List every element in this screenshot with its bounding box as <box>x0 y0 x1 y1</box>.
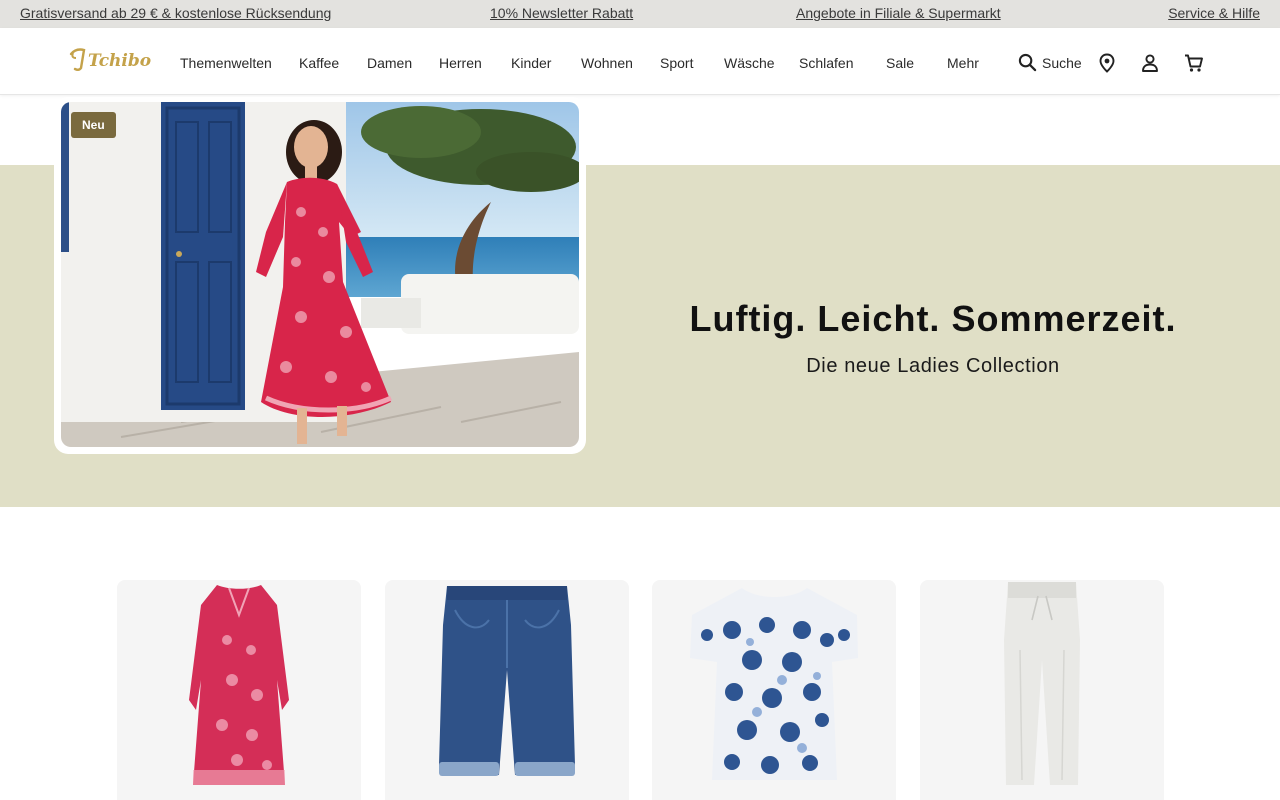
cart-button[interactable] <box>1183 52 1205 74</box>
search-button[interactable]: Suche <box>1018 53 1082 72</box>
product-tile-denim-shorts[interactable] <box>385 580 629 800</box>
hero-photo-woman-red-dress <box>61 102 579 447</box>
hero-title: Luftig. Leicht. Sommerzeit. <box>689 298 1177 339</box>
store-offers-link[interactable]: Angebote in Filiale & Supermarkt <box>796 5 1001 21</box>
service-help-link[interactable]: Service & Hilfe <box>1168 5 1260 21</box>
shipping-link[interactable]: Gratisversand ab 29 € & kostenlose Rücks… <box>20 5 331 21</box>
nav-schlafen[interactable]: Schlafen <box>799 55 853 71</box>
tchibo-logo-icon: Tchibo <box>69 48 151 71</box>
nav-sale[interactable]: Sale <box>886 55 914 71</box>
main-header: Tchibo Themenwelten Kaffee Damen Herren … <box>0 28 1280 95</box>
blue-print-shirt-image <box>690 588 858 780</box>
logo-text: Tchibo <box>88 51 151 71</box>
nav-herren[interactable]: Herren <box>439 55 482 71</box>
account-icon <box>1142 54 1158 72</box>
search-icon <box>1018 53 1037 72</box>
nav-wohnen[interactable]: Wohnen <box>581 55 633 71</box>
tchibo-logo[interactable]: Tchibo <box>68 44 152 74</box>
nav-sport[interactable]: Sport <box>660 55 693 71</box>
hero-image[interactable] <box>61 102 579 447</box>
location-icon <box>1099 53 1115 73</box>
account-button[interactable] <box>1139 52 1161 74</box>
nav-waesche[interactable]: Wäsche <box>724 55 775 71</box>
product-tile-print-shirt[interactable] <box>652 580 896 800</box>
hero-subtitle: Die neue Ladies Collection <box>806 355 1060 377</box>
nav-themenwelten[interactable]: Themenwelten <box>180 55 272 71</box>
store-locator-button[interactable] <box>1096 52 1118 74</box>
new-badge: Neu <box>71 112 116 138</box>
cart-icon <box>1185 54 1203 72</box>
nav-damen[interactable]: Damen <box>367 55 412 71</box>
service-bar: Gratisversand ab 29 € & kostenlose Rücks… <box>0 0 1280 28</box>
newsletter-link[interactable]: 10% Newsletter Rabatt <box>490 5 633 21</box>
nav-kinder[interactable]: Kinder <box>511 55 551 71</box>
search-label: Suche <box>1042 54 1082 71</box>
nav-mehr[interactable]: Mehr <box>947 55 979 71</box>
nav-kaffee[interactable]: Kaffee <box>299 55 339 71</box>
red-floral-dress-image <box>189 585 289 785</box>
product-tile-linen-pants[interactable] <box>920 580 1164 800</box>
white-linen-pants-image <box>1004 582 1080 785</box>
product-tile-red-dress[interactable] <box>117 580 361 800</box>
denim-shorts-image <box>439 586 575 776</box>
